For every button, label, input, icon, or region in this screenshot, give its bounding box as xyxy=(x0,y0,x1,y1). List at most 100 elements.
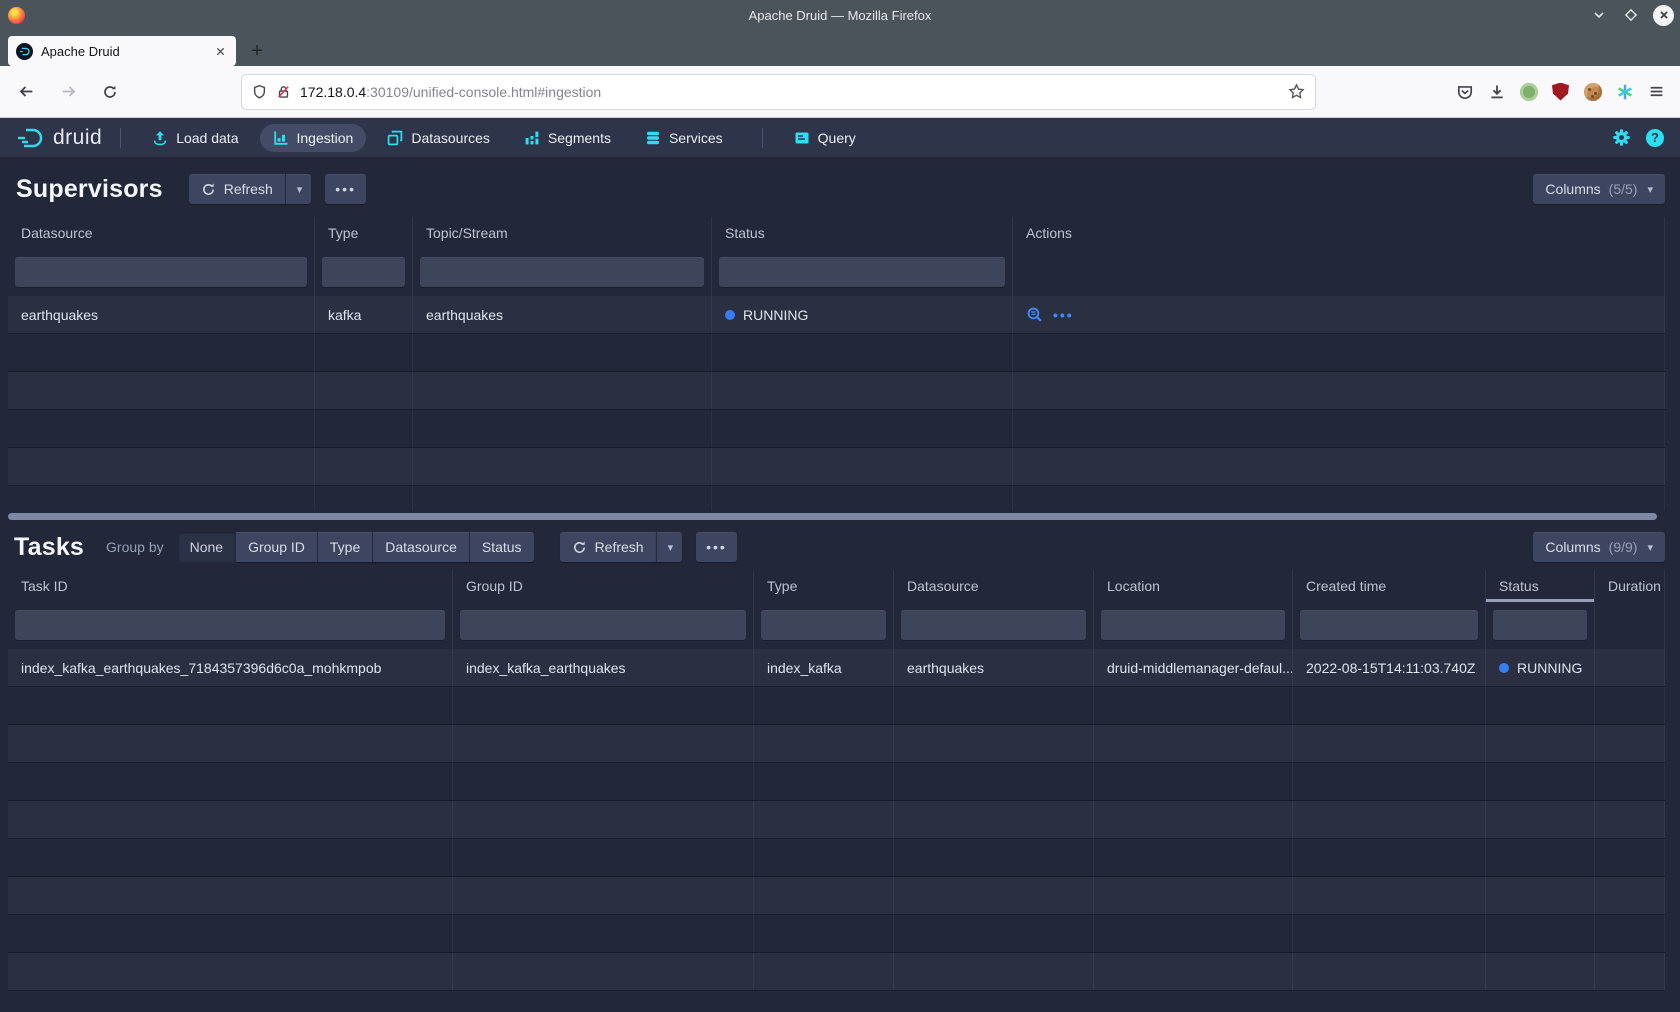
table-row xyxy=(8,915,1665,953)
tracking-shield-icon[interactable] xyxy=(252,84,267,100)
filter-location-input[interactable] xyxy=(1101,610,1285,640)
group-by-type-button[interactable]: Type xyxy=(318,532,373,562)
group-by-status-button[interactable]: Status xyxy=(470,532,534,562)
url-host: 172.18.0.4 xyxy=(300,84,366,100)
col-header-task-id[interactable]: Task ID xyxy=(8,570,453,602)
filter-group-id-input[interactable] xyxy=(460,610,746,640)
window-titlebar: Apache Druid — Mozilla Firefox xyxy=(0,0,1680,30)
datasources-icon xyxy=(387,130,403,146)
druid-logo[interactable]: druid xyxy=(16,126,102,150)
filter-datasource-input[interactable] xyxy=(15,257,307,287)
status-dot-icon xyxy=(725,310,735,320)
insecure-lock-icon[interactable] xyxy=(276,84,291,100)
filter-status-input[interactable] xyxy=(1493,610,1587,640)
tasks-header: Tasks Group by None Group ID Type Dataso… xyxy=(0,522,1680,570)
col-header-group-id[interactable]: Group ID xyxy=(453,570,754,602)
tasks-refresh-caret-button[interactable]: ▾ xyxy=(656,532,683,562)
download-icon[interactable] xyxy=(1487,82,1506,101)
window-minimize-icon[interactable] xyxy=(1589,5,1609,25)
table-row xyxy=(8,372,1665,410)
filter-task-id-input[interactable] xyxy=(15,610,445,640)
url-bar[interactable]: 172.18.0.4:30109/unified-console.html#in… xyxy=(242,75,1315,109)
ingestion-view: Supervisors Refresh ▾ ••• Columns (5/5) … xyxy=(0,157,1680,1012)
table-row xyxy=(8,687,1665,725)
col-header-actions: Actions xyxy=(1013,217,1665,249)
supervisors-filter-row xyxy=(8,249,1665,296)
url-path: :30109/unified-console.html#ingestion xyxy=(366,84,601,100)
col-header-status[interactable]: Status xyxy=(712,217,1013,249)
nav-datasources[interactable]: Datasources xyxy=(374,124,503,152)
supervisor-actions-more-icon[interactable]: ••• xyxy=(1053,307,1074,323)
col-header-type[interactable]: Type xyxy=(754,570,894,602)
table-row xyxy=(8,410,1665,448)
filter-datasource-input[interactable] xyxy=(901,610,1086,640)
col-header-type[interactable]: Type xyxy=(315,217,413,249)
refresh-icon xyxy=(572,540,587,555)
supervisors-table-header: Datasource Type Topic/Stream Status Acti… xyxy=(8,217,1665,249)
table-row xyxy=(8,448,1665,486)
ingestion-icon xyxy=(273,130,289,146)
query-icon xyxy=(794,130,810,146)
druid-brand-text: druid xyxy=(53,126,102,150)
tasks-refresh-button[interactable]: Refresh xyxy=(560,532,656,562)
druid-favicon xyxy=(16,43,33,60)
task-id: index_kafka_earthquakes_7184357396d6c0a_… xyxy=(8,649,453,686)
group-by-none-button[interactable]: None xyxy=(178,532,236,562)
task-created-time: 2022-08-15T14:11:03.740Z xyxy=(1293,649,1486,686)
col-header-topic-stream[interactable]: Topic/Stream xyxy=(413,217,712,249)
task-datasource: earthquakes xyxy=(894,649,1094,686)
forward-icon[interactable] xyxy=(52,76,84,108)
nav-services[interactable]: Services xyxy=(632,124,736,152)
tab-close-icon[interactable] xyxy=(213,44,228,59)
help-icon[interactable]: ? xyxy=(1646,129,1664,147)
tasks-columns-button[interactable]: Columns (9/9) ▾ xyxy=(1533,532,1665,562)
pocket-icon[interactable] xyxy=(1455,82,1474,101)
ublock-origin-extension-icon[interactable] xyxy=(1551,82,1570,101)
tab-apache-druid[interactable]: Apache Druid xyxy=(8,36,236,66)
filter-type-input[interactable] xyxy=(761,610,886,640)
new-tab-button[interactable]: + xyxy=(242,36,272,66)
group-by-group-id-button[interactable]: Group ID xyxy=(236,532,318,562)
group-by-datasource-button[interactable]: Datasource xyxy=(373,532,470,562)
supervisors-more-button[interactable]: ••• xyxy=(325,174,366,204)
supervisors-refresh-caret-button[interactable]: ▾ xyxy=(285,174,312,204)
tasks-title: Tasks xyxy=(14,533,84,562)
col-header-status-sorted[interactable]: Status xyxy=(1486,570,1595,602)
privacy-badger-extension-icon[interactable] xyxy=(1519,82,1538,101)
scrollbar-thumb[interactable] xyxy=(8,513,1657,520)
col-header-location[interactable]: Location xyxy=(1094,570,1293,602)
filter-type-input[interactable] xyxy=(322,257,405,287)
menu-hamburger-icon[interactable] xyxy=(1647,82,1666,101)
reload-icon[interactable] xyxy=(94,76,126,108)
window-maximize-icon[interactable] xyxy=(1621,5,1641,25)
back-icon[interactable] xyxy=(10,76,42,108)
tasks-table-header: Task ID Group ID Type Datasource Locatio… xyxy=(8,570,1665,602)
col-header-datasource[interactable]: Datasource xyxy=(8,217,315,249)
nav-load-data[interactable]: Load data xyxy=(139,124,251,152)
cookie-extension-icon[interactable] xyxy=(1583,82,1602,101)
status-dot-icon xyxy=(1499,663,1509,673)
filter-topic-stream-input[interactable] xyxy=(420,257,704,287)
supervisor-detail-icon[interactable] xyxy=(1026,306,1043,323)
nav-divider xyxy=(120,128,121,148)
settings-gear-icon[interactable] xyxy=(1612,128,1631,147)
bookmark-star-icon[interactable] xyxy=(1288,83,1305,100)
task-row: index_kafka_earthquakes_7184357396d6c0a_… xyxy=(8,649,1665,687)
supervisors-refresh-button[interactable]: Refresh xyxy=(189,174,285,204)
table-row xyxy=(8,334,1665,372)
col-header-duration[interactable]: Duration xyxy=(1595,570,1665,602)
nav-query[interactable]: Query xyxy=(781,124,869,152)
nav-ingestion[interactable]: Ingestion xyxy=(260,124,367,152)
filter-status-input[interactable] xyxy=(719,257,1005,287)
supervisors-horizontal-scrollbar xyxy=(8,512,1665,522)
container-extension-icon[interactable] xyxy=(1615,82,1634,101)
col-header-datasource[interactable]: Datasource xyxy=(894,570,1094,602)
supervisor-topic: earthquakes xyxy=(413,296,712,333)
supervisors-columns-button[interactable]: Columns (5/5) ▾ xyxy=(1533,174,1665,204)
nav-segments[interactable]: Segments xyxy=(511,124,624,152)
tasks-more-button[interactable]: ••• xyxy=(696,532,737,562)
window-close-icon[interactable] xyxy=(1653,5,1674,26)
table-row xyxy=(8,725,1665,763)
col-header-created-time[interactable]: Created time xyxy=(1293,570,1486,602)
filter-created-time-input[interactable] xyxy=(1300,610,1478,640)
